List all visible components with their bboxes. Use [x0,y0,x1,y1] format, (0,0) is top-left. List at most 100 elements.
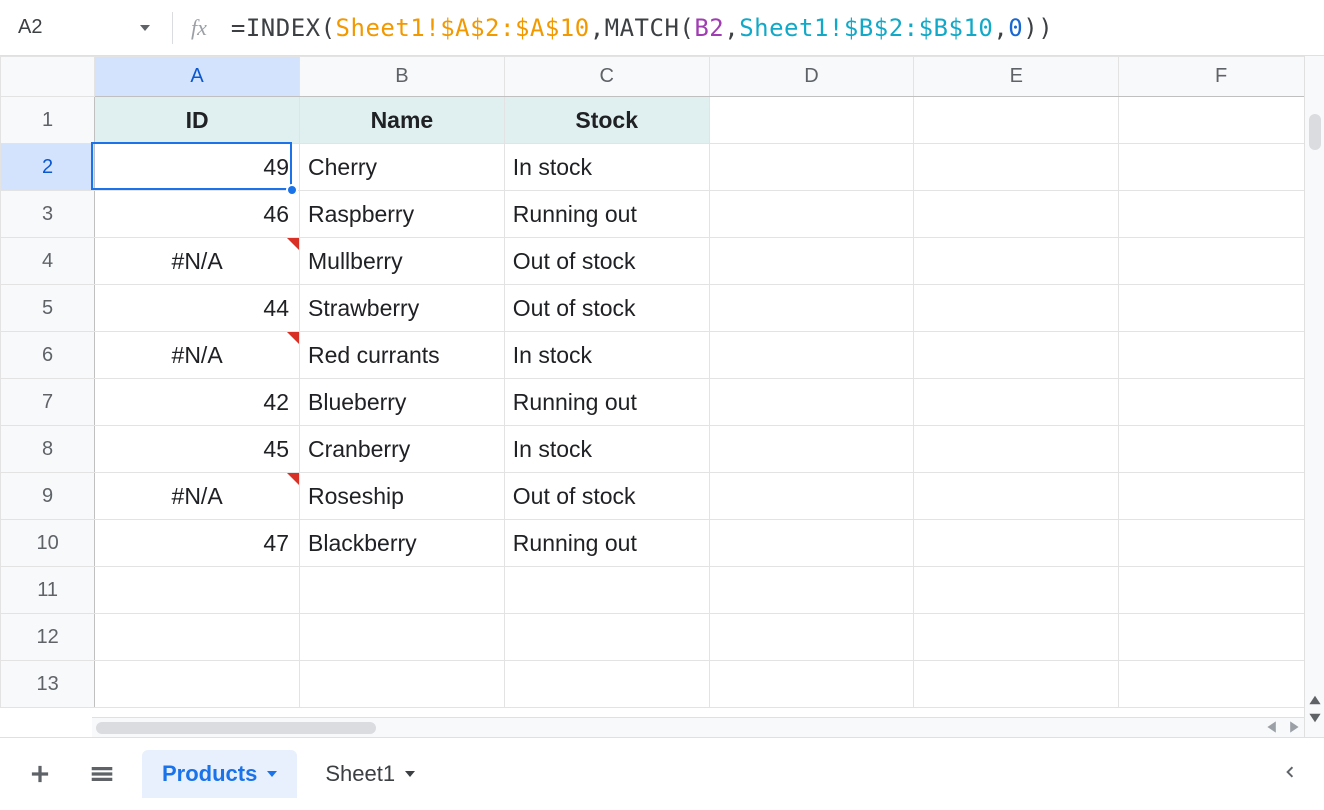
cell-E9[interactable] [914,473,1119,520]
row-header-13[interactable]: 13 [1,661,95,708]
cell-B11[interactable] [300,567,505,614]
cell-C5[interactable]: Out of stock [504,285,709,332]
cell-A10[interactable]: 47 [95,520,300,567]
select-all-corner[interactable] [1,57,95,97]
add-sheet-button[interactable] [18,752,62,796]
cell-B6[interactable]: Red currants [300,332,505,379]
name-box[interactable]: A2 [8,8,158,48]
cell-F13[interactable] [1119,661,1324,708]
cell-B4[interactable]: Mullberry [300,238,505,285]
cell-D4[interactable] [709,238,914,285]
cell-E6[interactable] [914,332,1119,379]
cell-F7[interactable] [1119,379,1324,426]
cell-C1[interactable]: Stock [504,97,709,144]
row-header-8[interactable]: 8 [1,426,95,473]
cell-D7[interactable] [709,379,914,426]
cell-A1[interactable]: ID [95,97,300,144]
cell-E12[interactable] [914,614,1119,661]
scroll-right-icon[interactable] [1286,720,1300,738]
cell-B1[interactable]: Name [300,97,505,144]
cell-D2[interactable] [709,144,914,191]
row-header-2[interactable]: 2 [1,144,95,191]
cell-F11[interactable] [1119,567,1324,614]
cell-E8[interactable] [914,426,1119,473]
cell-B9[interactable]: Roseship [300,473,505,520]
cell-B5[interactable]: Strawberry [300,285,505,332]
cell-F1[interactable] [1119,97,1324,144]
cell-E3[interactable] [914,191,1119,238]
cell-D8[interactable] [709,426,914,473]
column-header-C[interactable]: C [504,57,709,97]
cell-E1[interactable] [914,97,1119,144]
cell-E10[interactable] [914,520,1119,567]
column-header-A[interactable]: A [95,57,300,97]
cell-A3[interactable]: 46 [95,191,300,238]
horizontal-scrollbar[interactable] [92,717,1304,737]
cell-E4[interactable] [914,238,1119,285]
cell-D13[interactable] [709,661,914,708]
cell-A12[interactable] [95,614,300,661]
cell-E2[interactable] [914,144,1119,191]
row-header-1[interactable]: 1 [1,97,95,144]
spreadsheet-grid[interactable]: A B C D E F 1IDNameStock249CherryIn stoc… [0,56,1324,708]
cell-A11[interactable] [95,567,300,614]
cell-A6[interactable]: #N/A [95,332,300,379]
row-header-12[interactable]: 12 [1,614,95,661]
cell-F6[interactable] [1119,332,1324,379]
cell-A5[interactable]: 44 [95,285,300,332]
cell-C10[interactable]: Running out [504,520,709,567]
cell-C3[interactable]: Running out [504,191,709,238]
cell-C7[interactable]: Running out [504,379,709,426]
cell-D3[interactable] [709,191,914,238]
column-header-D[interactable]: D [709,57,914,97]
cell-B12[interactable] [300,614,505,661]
cell-B8[interactable]: Cranberry [300,426,505,473]
cell-F10[interactable] [1119,520,1324,567]
scroll-up-icon[interactable] [1308,693,1322,707]
cell-C13[interactable] [504,661,709,708]
cell-A7[interactable]: 42 [95,379,300,426]
cell-D6[interactable] [709,332,914,379]
row-header-11[interactable]: 11 [1,567,95,614]
cell-B3[interactable]: Raspberry [300,191,505,238]
cell-A9[interactable]: #N/A [95,473,300,520]
cell-A8[interactable]: 45 [95,426,300,473]
cell-B13[interactable] [300,661,505,708]
chevron-down-icon[interactable] [267,771,277,777]
cell-C8[interactable]: In stock [504,426,709,473]
cell-C6[interactable]: In stock [504,332,709,379]
cell-E11[interactable] [914,567,1119,614]
cell-A13[interactable] [95,661,300,708]
column-header-E[interactable]: E [914,57,1119,97]
scrollbar-thumb[interactable] [96,722,376,734]
cell-C12[interactable] [504,614,709,661]
row-header-6[interactable]: 6 [1,332,95,379]
sheet-tab-products[interactable]: Products [142,750,297,798]
cell-C2[interactable]: In stock [504,144,709,191]
sheet-tab-sheet1[interactable]: Sheet1 [305,750,435,798]
cell-A4[interactable]: #N/A [95,238,300,285]
cell-D5[interactable] [709,285,914,332]
row-header-9[interactable]: 9 [1,473,95,520]
column-header-B[interactable]: B [300,57,505,97]
cell-D10[interactable] [709,520,914,567]
all-sheets-button[interactable] [80,752,124,796]
cell-F3[interactable] [1119,191,1324,238]
cell-C11[interactable] [504,567,709,614]
cell-C9[interactable]: Out of stock [504,473,709,520]
cell-A2[interactable]: 49 [95,144,300,191]
cell-D9[interactable] [709,473,914,520]
cell-C4[interactable]: Out of stock [504,238,709,285]
collapse-explore-icon[interactable] [1278,761,1300,788]
row-header-4[interactable]: 4 [1,238,95,285]
formula-input[interactable]: =INDEX(Sheet1!$A$2:$A$10,MATCH(B2,Sheet1… [231,14,1053,42]
chevron-down-icon[interactable] [405,771,415,777]
cell-E13[interactable] [914,661,1119,708]
scroll-down-icon[interactable] [1308,711,1322,725]
cell-B7[interactable]: Blueberry [300,379,505,426]
cell-F4[interactable] [1119,238,1324,285]
cell-F8[interactable] [1119,426,1324,473]
row-header-10[interactable]: 10 [1,520,95,567]
cell-E7[interactable] [914,379,1119,426]
vertical-scrollbar[interactable] [1304,56,1324,737]
